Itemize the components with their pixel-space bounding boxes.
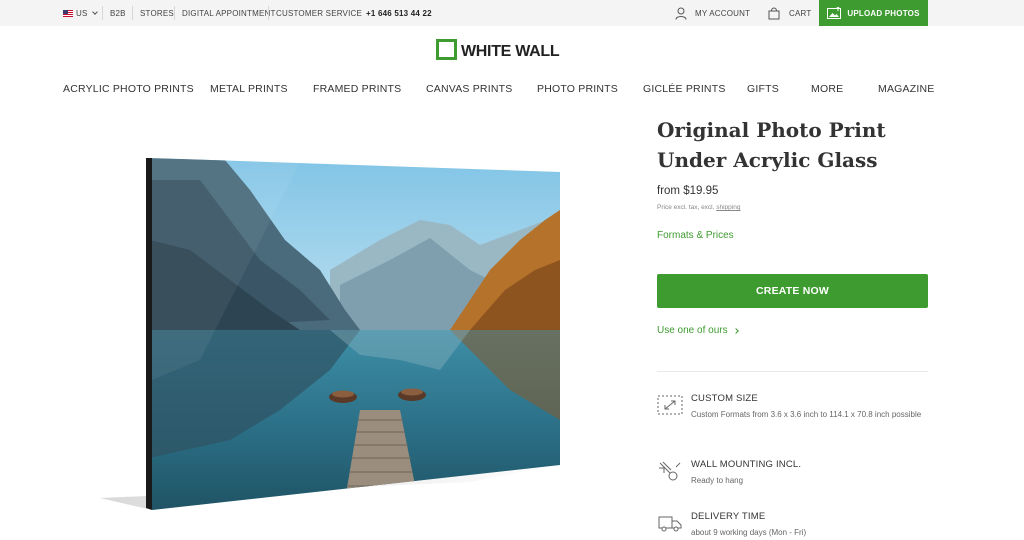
- product-title: Original Photo Print Under Acrylic Glass: [657, 115, 937, 175]
- nav-more[interactable]: MORE: [811, 83, 843, 95]
- main-navigation: ACRYLIC PHOTO PRINTS METAL PRINTS FRAMED…: [0, 83, 1024, 97]
- nav-gifts[interactable]: GIFTS: [747, 83, 779, 95]
- chevron-down-icon: [91, 8, 98, 15]
- nav-framed-prints[interactable]: FRAMED PRINTS: [313, 83, 401, 95]
- use-one-of-ours-label: Use one of ours: [657, 325, 728, 336]
- digital-appointment-link[interactable]: DIGITAL APPOINTMENT: [174, 0, 276, 26]
- nav-giclee-prints[interactable]: GICLÉE PRINTS: [643, 83, 726, 95]
- feature-wall-mounting: WALL MOUNTING INCL. Ready to hang: [657, 459, 928, 489]
- price-note-text: Price excl. tax, excl.: [657, 204, 715, 211]
- shipping-link[interactable]: shipping: [716, 204, 740, 211]
- upload-image-icon: [827, 7, 842, 19]
- b2b-link[interactable]: B2B: [102, 0, 126, 26]
- feature-custom-size-desc: Custom Formats from 3.6 x 3.6 inch to 11…: [691, 410, 922, 419]
- formats-prices-link[interactable]: Formats & Prices: [657, 230, 734, 241]
- delivery-truck-icon: [658, 516, 682, 532]
- customer-service-label: CUSTOMER SERVICE: [276, 8, 363, 18]
- customer-service[interactable]: CUSTOMER SERVICE +1 646 513 44 22: [268, 0, 432, 26]
- my-account-label: MY ACCOUNT: [695, 8, 751, 18]
- nav-photo-prints[interactable]: PHOTO PRINTS: [537, 83, 618, 95]
- user-icon: [675, 7, 687, 20]
- product-image: [100, 158, 560, 510]
- cart-link[interactable]: CART: [767, 0, 811, 26]
- wall-mounting-icon: [659, 461, 681, 481]
- product-price: from $19.95: [657, 185, 719, 197]
- feature-delivery-time: DELIVERY TIME about 9 working days (Mon …: [657, 511, 928, 540]
- use-one-of-ours-link[interactable]: Use one of ours: [657, 325, 739, 336]
- feature-custom-size: CUSTOM SIZE Custom Formats from 3.6 x 3.…: [657, 393, 928, 433]
- upload-photos-button[interactable]: UPLOAD PHOTOS: [819, 0, 928, 26]
- us-flag-icon: [63, 9, 73, 17]
- feature-delivery-time-desc: about 9 working days (Mon - Fri): [691, 528, 807, 537]
- create-now-button[interactable]: CREATE NOW: [657, 274, 928, 308]
- my-account-link[interactable]: MY ACCOUNT: [675, 0, 750, 26]
- price-note: Price excl. tax, excl. shipping: [657, 204, 740, 211]
- nav-acrylic-photo-prints[interactable]: ACRYLIC PHOTO PRINTS: [63, 83, 194, 95]
- phone-number[interactable]: +1 646 513 44 22: [366, 9, 432, 18]
- logo-square-icon: [436, 38, 457, 60]
- chevron-right-icon: [732, 327, 739, 334]
- feature-custom-size-title: CUSTOM SIZE: [691, 393, 758, 404]
- country-selector[interactable]: US: [63, 0, 98, 26]
- divider: [657, 371, 928, 372]
- country-label: US: [76, 8, 88, 18]
- cart-label: CART: [789, 8, 812, 18]
- feature-delivery-time-title: DELIVERY TIME: [691, 511, 766, 522]
- shopping-bag-icon: [768, 7, 780, 20]
- feature-wall-mounting-title: WALL MOUNTING INCL.: [691, 459, 802, 470]
- stores-link[interactable]: STORES: [132, 0, 174, 26]
- nav-canvas-prints[interactable]: CANVAS PRINTS: [426, 83, 512, 95]
- upload-photos-label: UPLOAD PHOTOS: [847, 8, 920, 18]
- custom-size-icon: [657, 395, 683, 415]
- nav-magazine[interactable]: MAGAZINE: [878, 83, 934, 95]
- utility-bar: US B2B STORES DIGITAL APPOINTMENT CUSTOM…: [0, 0, 1024, 26]
- product-title-line2: Under Acrylic Glass: [657, 148, 878, 172]
- logo-text: WHITE WALL: [461, 43, 560, 60]
- nav-metal-prints[interactable]: METAL PRINTS: [210, 83, 288, 95]
- product-title-line1: Original Photo Print: [657, 118, 886, 142]
- whitewall-logo[interactable]: WHITE WALL: [436, 37, 560, 61]
- feature-wall-mounting-desc: Ready to hang: [691, 476, 744, 485]
